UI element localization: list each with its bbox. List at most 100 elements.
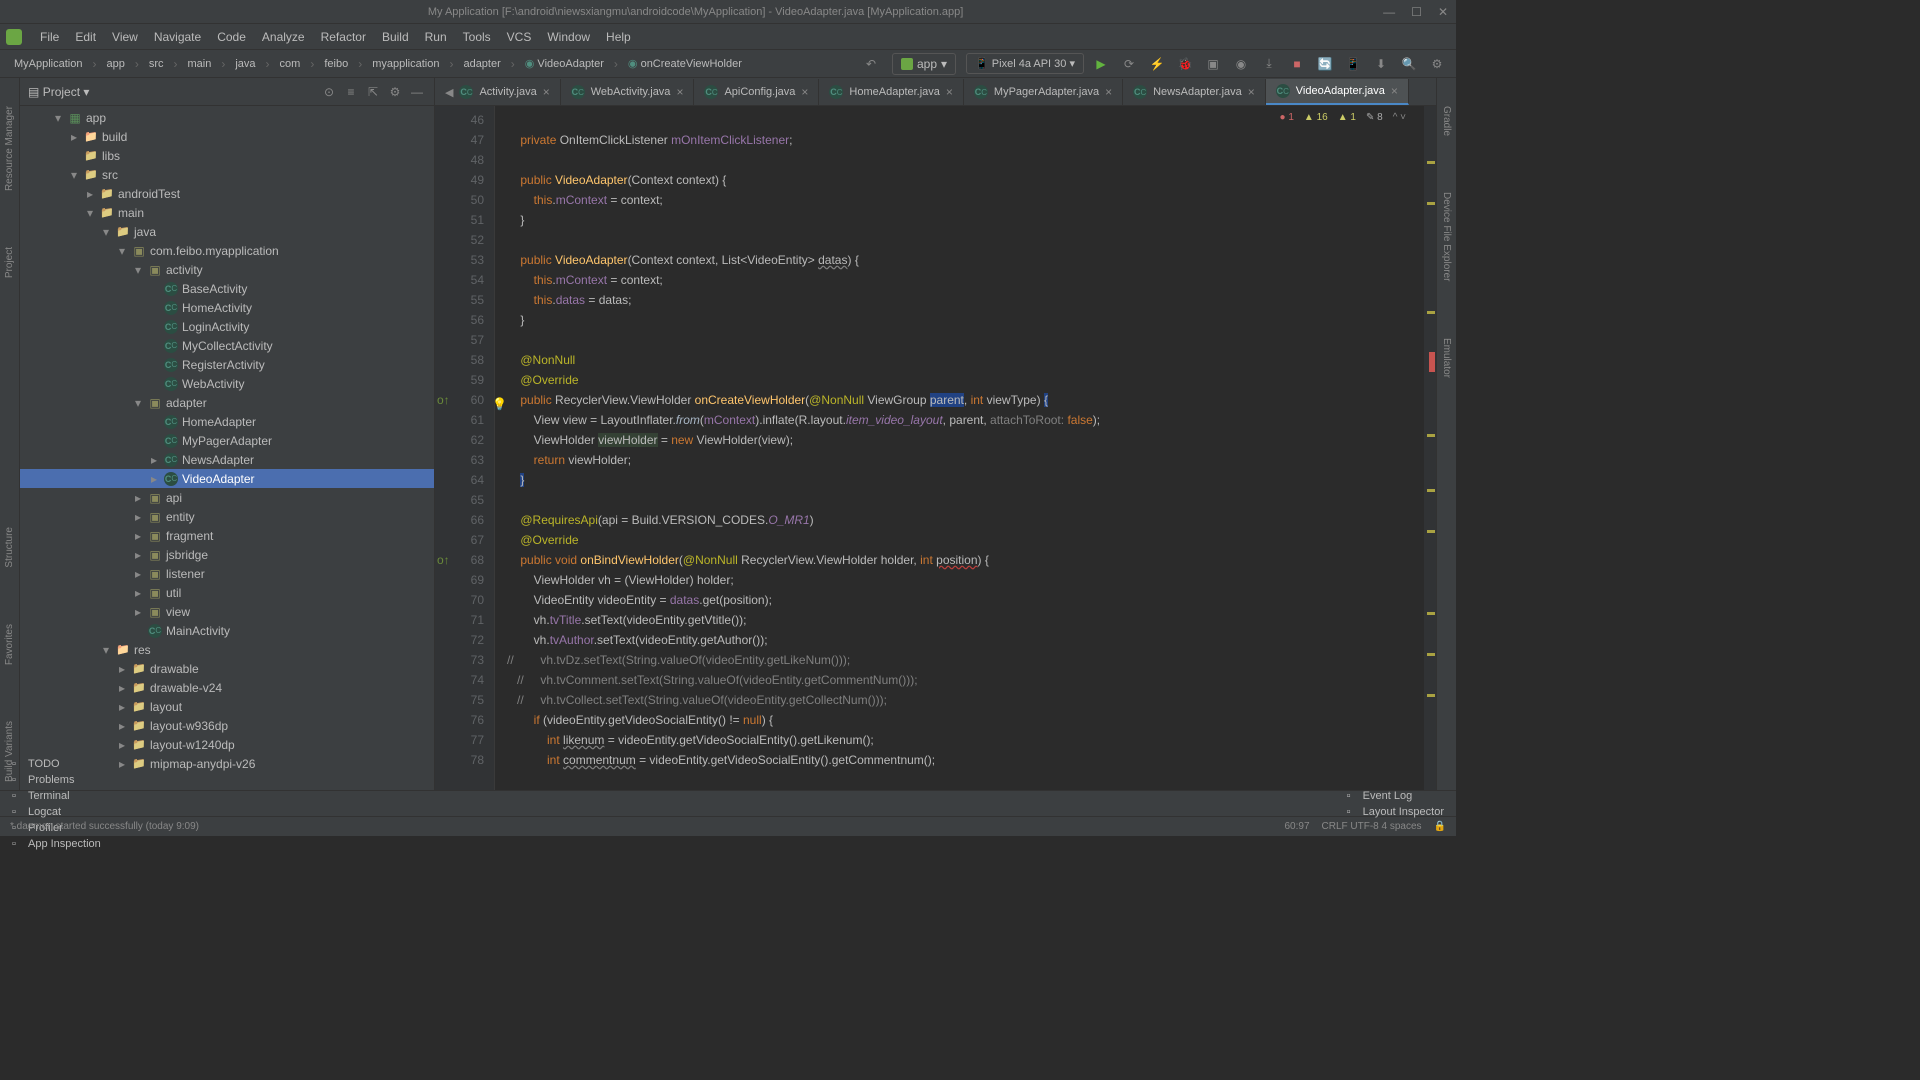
device-selector[interactable]: 📱 Pixel 4a API 30 ▾ bbox=[966, 53, 1084, 74]
override-gutter-icon[interactable]: o↑ bbox=[437, 550, 450, 570]
close-icon[interactable]: ✕ bbox=[1438, 5, 1448, 19]
tree-arrow-icon[interactable]: ▸ bbox=[116, 701, 128, 713]
tree-arrow-icon[interactable] bbox=[148, 321, 160, 333]
breadcrumb-item[interactable]: com bbox=[274, 56, 307, 72]
code-line[interactable]: public VideoAdapter(Context context) { bbox=[507, 170, 1412, 190]
override-gutter-icon[interactable]: o↑ bbox=[437, 390, 450, 410]
code-line[interactable]: public VideoAdapter(Context context, Lis… bbox=[507, 250, 1412, 270]
close-tab-icon[interactable]: × bbox=[543, 85, 550, 99]
menu-build[interactable]: Build bbox=[374, 27, 417, 47]
apply-code-icon[interactable]: ⚡ bbox=[1146, 53, 1168, 75]
tree-arrow-icon[interactable] bbox=[148, 359, 160, 371]
avd-icon[interactable]: 📱 bbox=[1342, 53, 1364, 75]
project-tab[interactable]: Project bbox=[2, 239, 17, 286]
breadcrumb-item[interactable]: MyApplication bbox=[8, 56, 88, 72]
tree-item[interactable]: ▸layout-w1240dp bbox=[20, 735, 434, 754]
breadcrumb-item[interactable]: ◉ onCreateViewHolder bbox=[622, 55, 748, 72]
editor-tab[interactable]: CHomeAdapter.java× bbox=[819, 79, 964, 105]
collapse-all-icon[interactable]: ⇱ bbox=[364, 83, 382, 101]
expand-all-icon[interactable]: ≡ bbox=[342, 83, 360, 101]
tree-item[interactable]: ▸drawable-v24 bbox=[20, 678, 434, 697]
tree-arrow-icon[interactable]: ▸ bbox=[116, 739, 128, 751]
code-line[interactable]: int likenum = videoEntity.getVideoSocial… bbox=[507, 730, 1412, 750]
tree-arrow-icon[interactable]: ▸ bbox=[84, 188, 96, 200]
tree-arrow-icon[interactable]: ▸ bbox=[116, 758, 128, 770]
menu-vcs[interactable]: VCS bbox=[499, 27, 540, 47]
breadcrumb-item[interactable]: java bbox=[229, 56, 261, 72]
code-line[interactable]: } bbox=[507, 470, 1412, 490]
tree-arrow-icon[interactable]: ▸ bbox=[148, 473, 160, 485]
project-panel-title[interactable]: Project ▾ bbox=[39, 85, 316, 99]
tree-item[interactable]: ▾main bbox=[20, 203, 434, 222]
tree-item[interactable]: ▸drawable bbox=[20, 659, 434, 678]
code-line[interactable]: public void onBindViewHolder(@NonNull Re… bbox=[507, 550, 1412, 570]
menu-file[interactable]: File bbox=[32, 27, 67, 47]
code-line[interactable]: } bbox=[507, 310, 1412, 330]
tree-arrow-icon[interactable] bbox=[148, 340, 160, 352]
maximize-icon[interactable]: ☐ bbox=[1411, 5, 1422, 19]
hide-icon[interactable]: — bbox=[408, 83, 426, 101]
tree-arrow-icon[interactable]: ▸ bbox=[68, 131, 80, 143]
tree-item[interactable]: ▸mipmap-anydpi-v26 bbox=[20, 754, 434, 773]
menu-analyze[interactable]: Analyze bbox=[254, 27, 313, 47]
close-tab-icon[interactable]: × bbox=[946, 85, 953, 99]
tree-item[interactable]: ▸CVideoAdapter bbox=[20, 469, 434, 488]
code-line[interactable]: @Override bbox=[507, 370, 1412, 390]
tree-arrow-icon[interactable]: ▸ bbox=[132, 530, 144, 542]
tree-item[interactable]: CHomeAdapter bbox=[20, 412, 434, 431]
device-explorer-tab[interactable]: Device File Explorer bbox=[1439, 184, 1454, 289]
code-line[interactable]: VideoEntity videoEntity = datas.get(posi… bbox=[507, 590, 1412, 610]
tree-arrow-icon[interactable]: ▸ bbox=[132, 549, 144, 561]
breadcrumb-item[interactable]: adapter bbox=[457, 56, 506, 72]
tree-arrow-icon[interactable] bbox=[148, 416, 160, 428]
code-line[interactable]: // vh.tvCollect.setText(String.valueOf(v… bbox=[507, 690, 1412, 710]
marker-strip[interactable] bbox=[1424, 106, 1436, 790]
bottom-tab-layout-inspector[interactable]: ▫Layout Inspector bbox=[1343, 804, 1448, 820]
tree-item[interactable]: ▸▣view bbox=[20, 602, 434, 621]
emulator-tab[interactable]: Emulator bbox=[1439, 330, 1454, 386]
tree-arrow-icon[interactable]: ▾ bbox=[116, 245, 128, 257]
close-tab-icon[interactable]: × bbox=[676, 85, 683, 99]
code-line[interactable]: @Override bbox=[507, 530, 1412, 550]
coverage-icon[interactable]: ▣ bbox=[1202, 53, 1224, 75]
code-line[interactable]: this.mContext = context; bbox=[507, 190, 1412, 210]
tree-item[interactable]: ▾▣com.feibo.myapplication bbox=[20, 241, 434, 260]
tree-arrow-icon[interactable]: ▸ bbox=[116, 682, 128, 694]
menu-view[interactable]: View bbox=[104, 27, 146, 47]
close-tab-icon[interactable]: × bbox=[801, 85, 808, 99]
project-tree[interactable]: ▾▦app▸buildlibs▾src▸androidTest▾main▾jav… bbox=[20, 106, 434, 790]
tree-item[interactable]: ▸androidTest bbox=[20, 184, 434, 203]
minimize-icon[interactable]: — bbox=[1383, 5, 1395, 19]
resource-manager-tab[interactable]: Resource Manager bbox=[2, 98, 17, 199]
tree-item[interactable]: ▸▣api bbox=[20, 488, 434, 507]
tree-arrow-icon[interactable]: ▾ bbox=[52, 112, 64, 124]
menu-edit[interactable]: Edit bbox=[67, 27, 104, 47]
stop-icon[interactable]: ■ bbox=[1286, 53, 1308, 75]
breadcrumb-item[interactable]: app bbox=[100, 56, 130, 72]
apply-changes-icon[interactable]: ⟳ bbox=[1118, 53, 1140, 75]
editor-gutter[interactable]: 4647484950515253545556575859o↑60💡6162636… bbox=[435, 106, 495, 790]
code-line[interactable]: } bbox=[507, 210, 1412, 230]
tree-item[interactable]: ▾▦app bbox=[20, 108, 434, 127]
editor-tab[interactable]: ◀CActivity.java× bbox=[435, 79, 561, 105]
gear-icon[interactable]: ⚙ bbox=[386, 83, 404, 101]
code-line[interactable]: private OnItemClickListener mOnItemClick… bbox=[507, 130, 1412, 150]
tree-item[interactable]: CMainActivity bbox=[20, 621, 434, 640]
tree-arrow-icon[interactable]: ▸ bbox=[132, 568, 144, 580]
bottom-tab-app-inspection[interactable]: ▫App Inspection bbox=[8, 836, 105, 852]
back-icon[interactable]: ↶ bbox=[860, 53, 882, 75]
tree-item[interactable]: ▾▣activity bbox=[20, 260, 434, 279]
code-line[interactable] bbox=[507, 230, 1412, 250]
tree-item[interactable]: CHomeActivity bbox=[20, 298, 434, 317]
breadcrumb-item[interactable]: myapplication bbox=[366, 56, 445, 72]
tree-arrow-icon[interactable]: ▸ bbox=[116, 663, 128, 675]
code-line[interactable]: return viewHolder; bbox=[507, 450, 1412, 470]
code-line[interactable]: this.datas = datas; bbox=[507, 290, 1412, 310]
tree-arrow-icon[interactable] bbox=[148, 302, 160, 314]
settings-icon[interactable]: ⚙ bbox=[1426, 53, 1448, 75]
editor-tab[interactable]: CWebActivity.java× bbox=[561, 79, 695, 105]
code-line[interactable]: // vh.tvDz.setText(String.valueOf(videoE… bbox=[507, 650, 1412, 670]
tree-item[interactable]: ▸▣entity bbox=[20, 507, 434, 526]
close-tab-icon[interactable]: × bbox=[1391, 84, 1398, 98]
code-line[interactable]: if (videoEntity.getVideoSocialEntity() !… bbox=[507, 710, 1412, 730]
